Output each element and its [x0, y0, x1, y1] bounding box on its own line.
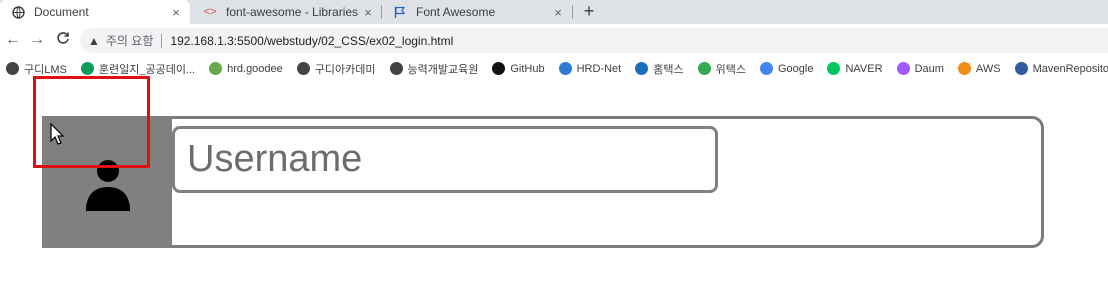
address-divider [161, 33, 163, 48]
security-warning-text[interactable]: 주의 요함 [106, 32, 154, 49]
back-button[interactable]: ← [4, 31, 22, 49]
bookmark-favicon-icon [80, 62, 94, 75]
bookmark-item[interactable]: 구디LMS [6, 61, 67, 77]
bookmark-item[interactable]: 훈련일지_공공데이... [80, 61, 196, 77]
tab-divider [572, 5, 573, 19]
tab-label: font-awesome - Libraries - cdnj [226, 5, 360, 19]
bookmark-label: AWS [975, 62, 1001, 75]
tab-document[interactable]: Document × [0, 0, 190, 24]
bookmark-label: NAVER [845, 62, 883, 75]
bookmark-item[interactable]: HRD-Net [558, 62, 622, 75]
bookmark-label: 구디아카데미 [314, 63, 376, 76]
bookmark-item[interactable]: 구디아카데미 [296, 61, 376, 77]
reload-icon [57, 32, 69, 44]
bookmarks-bar: 구디LMS 훈련일지_공공데이... hrd.goodee 구디아카데미 능력개발교육원… [0, 57, 1108, 80]
bookmark-item[interactable]: MavenRepository [1014, 62, 1108, 75]
bookmark-item[interactable]: hrd.goodee [209, 62, 283, 75]
bookmark-favicon-icon [209, 62, 223, 75]
bookmark-item[interactable]: NAVER [827, 62, 883, 75]
bookmark-item[interactable]: AWS [957, 62, 1001, 75]
bookmark-item[interactable]: 위택스 [697, 61, 746, 77]
bookmark-item[interactable]: Daum [896, 62, 944, 75]
bookmark-label: Daum [914, 62, 944, 75]
highlight-annotation [33, 76, 150, 168]
bookmark-favicon-icon [296, 62, 310, 75]
bookmark-favicon-icon [558, 62, 572, 75]
bookmark-favicon-icon [492, 62, 506, 75]
flag-icon [392, 5, 408, 19]
bookmark-label: hrd.goodee [227, 62, 283, 75]
bookmark-item[interactable]: GitHub [492, 62, 545, 75]
bookmark-favicon-icon [957, 62, 971, 75]
globe-icon [10, 5, 26, 19]
bookmark-item[interactable]: 능력개발교육원 [389, 61, 479, 77]
new-tab-button[interactable]: + [580, 0, 598, 24]
bookmark-label: 구디LMS [24, 63, 67, 76]
tab-strip: Document × <> font-awesome - Libraries -… [0, 0, 1108, 24]
url-text[interactable]: 192.168.1.3:5500/webstudy/02_CSS/ex02_lo… [170, 34, 453, 48]
tab-label: Font Awesome [416, 5, 496, 19]
bookmark-label: HRD-Net [576, 62, 622, 75]
tab-font-awesome[interactable]: Font Awesome × [382, 0, 572, 24]
username-input[interactable] [172, 126, 718, 193]
bookmark-item[interactable]: 홈택스 [635, 61, 684, 77]
mouse-cursor-icon [50, 123, 65, 145]
bookmark-favicon-icon [6, 62, 19, 75]
bookmark-favicon-icon [389, 62, 403, 75]
reload-button[interactable] [54, 31, 72, 49]
tab-cdnjs[interactable]: <> font-awesome - Libraries - cdnj × [192, 0, 382, 24]
code-icon: <> [203, 6, 217, 18]
bookmark-favicon-icon [759, 62, 773, 75]
bookmark-label: 홈택스 [653, 63, 684, 76]
bookmark-label: MavenRepository [1032, 62, 1108, 75]
bookmark-label: 훈련일지_공공데이... [98, 63, 196, 76]
bookmark-favicon-icon [1014, 62, 1028, 75]
bookmark-label: 위택스 [715, 63, 746, 76]
bookmark-label: 능력개발교육원 [407, 63, 479, 76]
bookmark-favicon-icon [635, 62, 649, 75]
bookmark-label: GitHub [510, 62, 545, 75]
tab-label: Document [34, 5, 89, 19]
warning-icon[interactable]: ▲ [88, 34, 100, 48]
address-bar[interactable]: ▲ 주의 요함 192.168.1.3:5500/webstudy/02_CSS… [80, 28, 1108, 53]
bookmark-favicon-icon [697, 62, 711, 75]
close-icon[interactable]: × [360, 5, 376, 20]
bookmark-label: Google [777, 62, 814, 75]
close-icon[interactable]: × [550, 5, 566, 20]
bookmark-favicon-icon [896, 62, 910, 75]
bookmark-favicon-icon [827, 62, 841, 75]
browser-toolbar: ← → ▲ 주의 요함 192.168.1.3:5500/webstudy/02… [0, 24, 1108, 57]
forward-button[interactable]: → [28, 31, 46, 49]
bookmark-item[interactable]: Google [759, 62, 814, 75]
close-icon[interactable]: × [168, 5, 184, 20]
